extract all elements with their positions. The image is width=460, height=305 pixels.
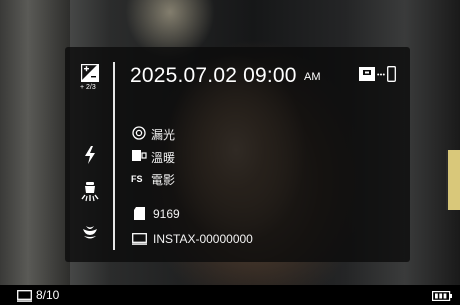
metering-icon xyxy=(132,126,146,140)
panel-divider xyxy=(113,62,115,250)
film-simulation-value: 電影 xyxy=(151,173,176,187)
exposure-compensation-icon[interactable] xyxy=(81,64,99,82)
memory-card-icon xyxy=(134,207,145,220)
white-balance-icon xyxy=(132,150,147,161)
date-time-display: 2025.07.02 09:00 xyxy=(130,64,297,87)
film-simulation-tag: FS xyxy=(131,174,143,184)
battery-icon xyxy=(432,291,452,301)
viewfinder-background-wall xyxy=(0,0,70,305)
flash-icon[interactable] xyxy=(84,146,96,164)
macro-flower-icon[interactable] xyxy=(81,223,99,241)
film-counter-icon xyxy=(17,290,32,302)
status-bar xyxy=(0,285,460,305)
connection-dots-icon xyxy=(377,73,385,76)
print-icon[interactable] xyxy=(359,67,375,81)
exposure-value-label: + 2/3 xyxy=(80,84,96,91)
self-timer-lamp-icon[interactable] xyxy=(80,181,100,203)
device-monitor-icon xyxy=(132,233,147,245)
am-pm-label: AM xyxy=(304,71,321,83)
metering-value: 漏光 xyxy=(151,128,176,142)
shot-counter: 8/10 xyxy=(36,288,60,302)
device-name-value: INSTAX-00000000 xyxy=(153,232,253,246)
viewfinder-sign xyxy=(446,150,460,210)
smartphone-icon[interactable] xyxy=(387,66,396,82)
white-balance-value: 溫暖 xyxy=(151,151,176,165)
remaining-shots-value: 9169 xyxy=(153,207,180,221)
